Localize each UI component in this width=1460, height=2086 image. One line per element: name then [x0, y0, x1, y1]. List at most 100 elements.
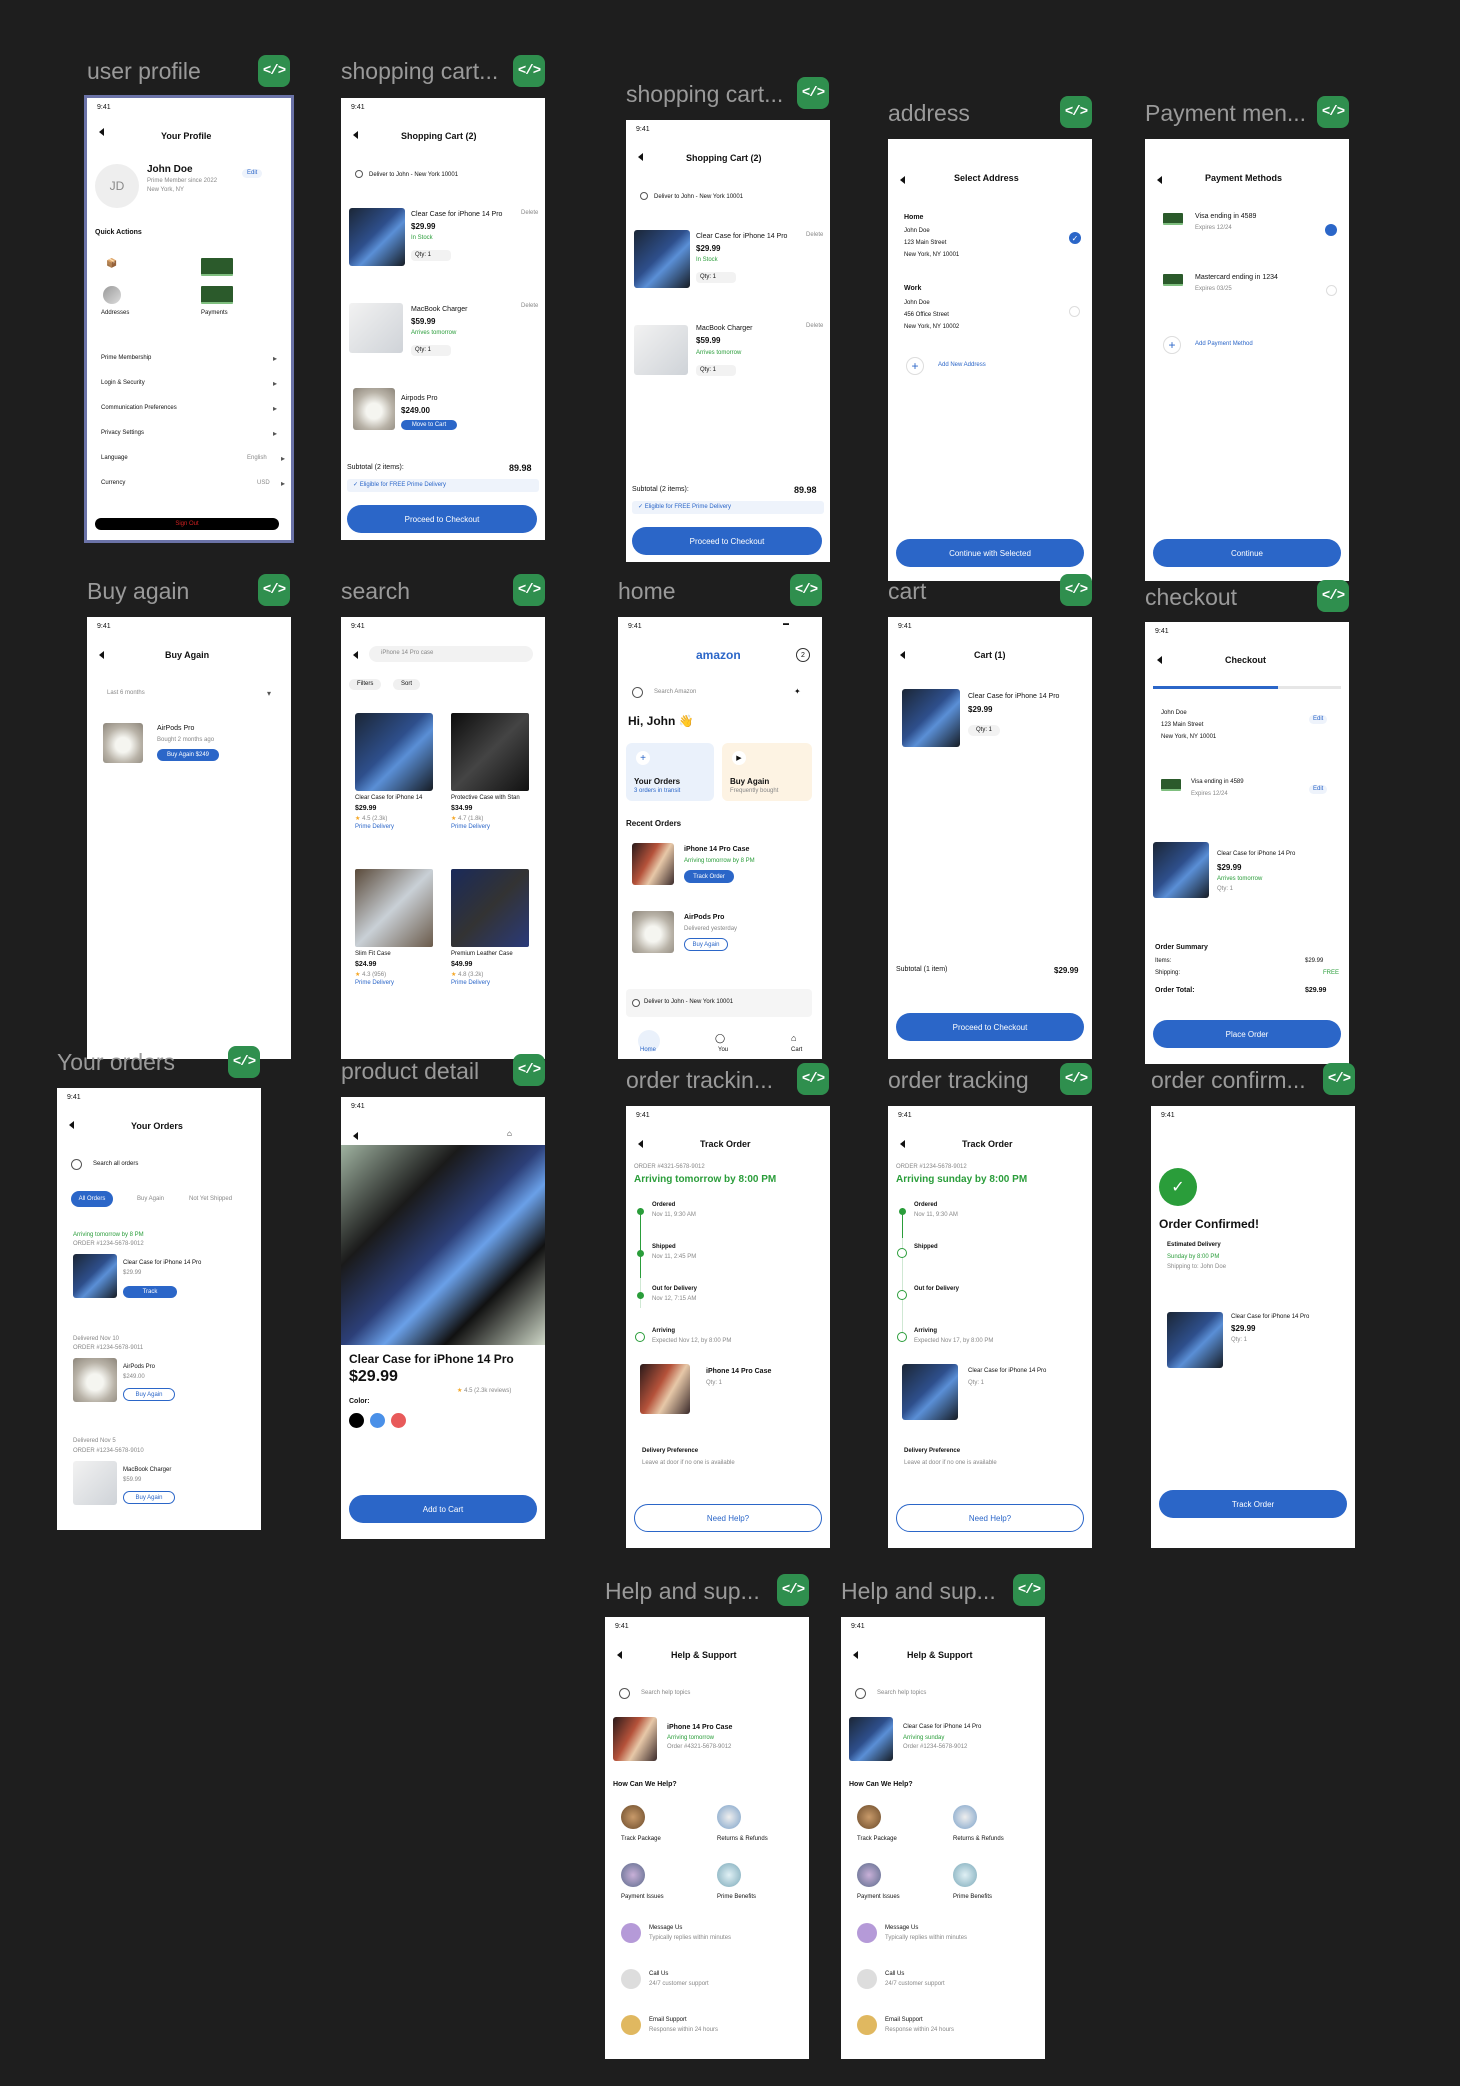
card-visa[interactable]: Visa ending in 4589 [1195, 213, 1256, 221]
cart-icon[interactable]: ⌂ [791, 1033, 796, 1043]
delete-button[interactable]: Delete [521, 303, 538, 310]
back-icon[interactable] [353, 1132, 358, 1140]
back-icon[interactable] [900, 176, 905, 184]
screen-your-orders[interactable]: 9:41 Your Orders Search all orders All O… [57, 1088, 261, 1530]
checkout-button[interactable]: Proceed to Checkout [632, 527, 822, 555]
menu-currency[interactable]: Currency [101, 480, 125, 487]
qty-select[interactable]: Qty: 1 [696, 272, 737, 283]
cart-badge[interactable]: 2 [796, 648, 810, 662]
product-hero-image[interactable] [341, 1145, 545, 1345]
product-name[interactable]: Premium Leather Case [451, 951, 513, 958]
product-image[interactable] [103, 723, 143, 763]
code-icon[interactable]: </> [1060, 574, 1092, 606]
screen-user-profile[interactable]: 9:41 Your Profile JD John Doe Edit Prime… [84, 95, 294, 543]
product-name[interactable]: Clear Case for iPhone 14 [355, 795, 422, 802]
back-icon[interactable] [1157, 176, 1162, 184]
sign-out-button[interactable]: Sign Out [95, 518, 279, 530]
location-icon[interactable] [640, 192, 648, 200]
code-icon[interactable]: </> [258, 574, 290, 606]
continue-button[interactable]: Continue [1153, 539, 1341, 567]
contact-email[interactable]: Email Support [885, 2017, 923, 2024]
item-name[interactable]: Clear Case for iPhone 14 Pro [968, 693, 1059, 701]
help-track-package[interactable]: Track Package [857, 1836, 897, 1843]
item-name[interactable]: MacBook Charger [411, 306, 467, 314]
item-name[interactable]: Clear Case for iPhone 14 Pro [696, 233, 787, 241]
nav-you[interactable]: You [718, 1047, 728, 1054]
contact-call[interactable]: Call Us [649, 1971, 668, 1978]
checkout-button[interactable]: Proceed to Checkout [896, 1013, 1084, 1041]
code-icon[interactable]: </> [258, 55, 290, 87]
product-image[interactable] [355, 869, 433, 947]
contact-call[interactable]: Call Us [885, 1971, 904, 1978]
edit-button[interactable]: Edit [242, 169, 263, 178]
product-image[interactable] [632, 911, 674, 953]
person-icon[interactable]: ◯ [715, 1033, 725, 1043]
color-red-swatch[interactable] [391, 1413, 406, 1428]
product-image[interactable] [902, 1364, 958, 1420]
search-input[interactable]: Search all orders [93, 1161, 138, 1168]
color-black-swatch[interactable] [349, 1413, 364, 1428]
edit-payment-button[interactable]: Edit [1309, 785, 1328, 794]
search-input[interactable]: Search Amazon [654, 689, 696, 696]
contact-email[interactable]: Email Support [649, 2017, 687, 2024]
orders-icon[interactable]: 📦 [106, 258, 117, 268]
radio-unselected[interactable] [1069, 306, 1080, 317]
item-name[interactable]: AirPods Pro [157, 725, 194, 733]
edit-address-button[interactable]: Edit [1309, 715, 1328, 724]
qty-select[interactable]: Qty: 1 [696, 365, 737, 376]
radio-selected[interactable] [1325, 224, 1337, 236]
help-returns[interactable]: Returns & Refunds [953, 1836, 1004, 1843]
continue-button[interactable]: Continue with Selected [896, 539, 1084, 567]
order-item[interactable]: Clear Case for iPhone 14 Pro [123, 1260, 201, 1267]
screen-product-detail[interactable]: 9:41 ⌂ Clear Case for iPhone 14 Pro $29.… [341, 1097, 545, 1539]
product-name[interactable]: Slim Fit Case [355, 951, 391, 958]
code-icon[interactable]: </> [1323, 1063, 1355, 1095]
tab-buy-again[interactable]: Buy Again [137, 1196, 164, 1203]
address-label-home[interactable]: Home [904, 214, 923, 222]
need-help-button[interactable]: Need Help? [634, 1504, 822, 1532]
help-track-package[interactable]: Track Package [621, 1836, 661, 1843]
screen-order-tracking-2[interactable]: 9:41 Track Order ORDER #1234-5678-9012 A… [888, 1106, 1092, 1548]
screen-shopping-cart[interactable]: 9:41 Shopping Cart (2) Deliver to John -… [341, 98, 545, 540]
product-image[interactable] [634, 230, 690, 288]
amazon-logo[interactable]: amazon [696, 648, 741, 663]
cart-icon[interactable]: ⌂ [507, 1129, 512, 1138]
product-image[interactable] [634, 325, 688, 375]
product-image[interactable] [613, 1717, 657, 1761]
code-icon[interactable]: </> [513, 1054, 545, 1086]
need-help-button[interactable]: Need Help? [896, 1504, 1084, 1532]
product-image[interactable] [632, 843, 674, 885]
product-name[interactable]: Protective Case with Stan [451, 795, 520, 802]
back-icon[interactable] [638, 1140, 643, 1148]
back-icon[interactable] [69, 1121, 74, 1129]
product-image[interactable] [902, 689, 960, 747]
check-icon[interactable]: ✓ [1069, 232, 1081, 244]
qty-select[interactable]: Qty: 1 [411, 250, 452, 261]
screen-checkout[interactable]: 9:41 Checkout John Doe 123 Main Street N… [1145, 622, 1349, 1064]
address-label-work[interactable]: Work [904, 285, 921, 293]
product-image[interactable] [640, 1364, 690, 1414]
help-prime[interactable]: Prime Benefits [717, 1894, 756, 1901]
code-icon[interactable]: </> [797, 77, 829, 109]
product-image[interactable] [73, 1461, 117, 1505]
contact-message[interactable]: Message Us [649, 1925, 682, 1932]
plus-icon[interactable]: + [906, 357, 924, 375]
buy-again-button[interactable]: Buy Again $249 [157, 749, 219, 761]
buy-again-button[interactable]: Buy Again [123, 1491, 175, 1504]
back-icon[interactable] [638, 153, 643, 161]
product-image[interactable] [73, 1254, 117, 1298]
back-icon[interactable] [617, 1651, 622, 1659]
search-input[interactable]: Search help topics [641, 1690, 690, 1697]
code-icon[interactable]: </> [513, 55, 545, 87]
chevron-down-icon[interactable]: ▾ [267, 689, 271, 698]
back-icon[interactable] [853, 1651, 858, 1659]
screen-order-confirmed[interactable]: 9:41 ✓ Order Confirmed! Estimated Delive… [1151, 1106, 1355, 1548]
buy-again-button[interactable]: Buy Again [123, 1388, 175, 1401]
screen-home[interactable]: 9:41 ▬ amazon 2 Search Amazon ✦ Hi, John… [618, 617, 822, 1059]
menu-language[interactable]: Language [101, 455, 128, 462]
contact-message[interactable]: Message Us [885, 1925, 918, 1932]
product-image[interactable] [451, 713, 529, 791]
qty-select[interactable]: Qty: 1 [411, 345, 452, 356]
order-item[interactable]: iPhone 14 Pro Case [684, 846, 749, 854]
back-icon[interactable] [353, 131, 358, 139]
